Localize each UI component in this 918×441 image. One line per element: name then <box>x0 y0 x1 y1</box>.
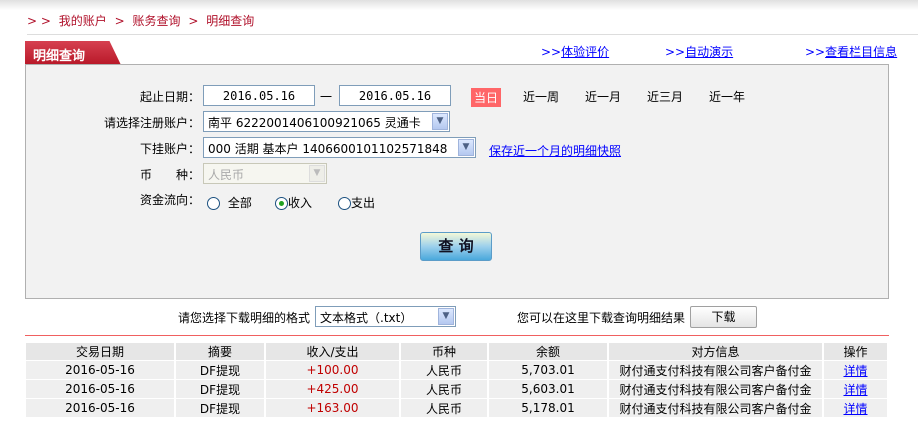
format-value: 文本格式（.txt） <box>320 311 413 325</box>
flow-all[interactable]: 全部 <box>207 194 252 211</box>
divider <box>27 34 918 35</box>
table-header: 交易日期 摘要 收入/支出 币种 余额 对方信息 操作 <box>26 343 889 361</box>
cell-summary: DF提现 <box>175 379 266 399</box>
sub-account-value: 000 活期 基本户 1406600101102571848 <box>208 142 448 156</box>
range-year[interactable]: 近一年 <box>709 88 745 105</box>
download-button[interactable]: 下载 <box>690 306 757 328</box>
cell-summary: DF提现 <box>175 398 266 418</box>
cell-summary: DF提现 <box>175 360 266 380</box>
format-select[interactable]: 文本格式（.txt） ▼ <box>315 306 456 327</box>
cell-action: 详情 <box>823 398 889 418</box>
flow-income-label: 收入 <box>288 196 313 210</box>
breadcrumb: > > 我的账户 > 账务查询 > 明细查询 <box>27 12 258 29</box>
range-month[interactable]: 近一月 <box>585 88 621 105</box>
account-select[interactable]: 南平 6222001406100921065 灵通卡 ▼ <box>203 111 450 132</box>
start-date-input[interactable]: 2016.05.16 <box>203 85 315 106</box>
chevron-down-icon[interactable]: ▼ <box>458 139 474 156</box>
snapshot-link[interactable]: 保存近一个月的明细快照 <box>489 142 621 159</box>
link-prefix: >> <box>665 45 686 59</box>
cell-date: 2016-05-16 <box>26 360 176 380</box>
breadcrumb-sep: > <box>188 14 199 28</box>
divider-red <box>25 335 889 336</box>
table-row: 2016-05-16 DF提现 +100.00 人民币 5,703.01 财付通支付科技有… <box>26 360 889 380</box>
detail-link[interactable]: 详情 <box>843 383 867 397</box>
tab-detail-query[interactable]: 明细查询 <box>25 41 121 65</box>
cell-amount: +425.00 <box>265 379 401 399</box>
col-currency: 币种 <box>400 343 489 361</box>
breadcrumb-my-account[interactable]: 我的账户 <box>59 14 107 28</box>
sub-account-label: 下挂账户： <box>139 142 200 156</box>
sub-account-select[interactable]: 000 活期 基本户 1406600101102571848 ▼ <box>203 137 476 158</box>
radio-income[interactable] <box>275 197 288 210</box>
currency-label: 币 种： <box>139 168 200 182</box>
cell-amount: +100.00 <box>265 360 401 380</box>
flow-label: 资金流向： <box>139 193 200 207</box>
link-prefix: >> <box>541 45 562 59</box>
radio-expense[interactable] <box>338 197 351 210</box>
col-amount: 收入/支出 <box>265 343 401 361</box>
account-value: 南平 6222001406100921065 灵通卡 <box>208 116 421 130</box>
chevron-down-icon[interactable]: ▼ <box>432 113 448 130</box>
download-hint: 您可以在这里下载查询明细结果 <box>517 311 686 325</box>
detail-link[interactable]: 详情 <box>843 402 867 416</box>
cell-balance: 5,178.01 <box>488 398 609 418</box>
link-auto-demo[interactable]: >>自动演示 <box>665 43 733 60</box>
transactions-table: 交易日期 摘要 收入/支出 币种 余额 对方信息 操作 2016-05-16 DF… <box>26 343 889 418</box>
col-date: 交易日期 <box>26 343 176 361</box>
link-prefix: >> <box>805 45 826 59</box>
flow-expense[interactable]: 支出 <box>338 194 375 211</box>
query-button[interactable]: 查 询 <box>420 232 492 261</box>
flow-expense-label: 支出 <box>351 196 376 210</box>
cell-amount: +163.00 <box>265 398 401 418</box>
cell-date: 2016-05-16 <box>26 379 176 399</box>
col-summary: 摘要 <box>175 343 266 361</box>
cell-currency: 人民币 <box>400 360 489 380</box>
detail-link[interactable]: 详情 <box>843 364 867 378</box>
cell-action: 详情 <box>823 379 889 399</box>
breadcrumb-account-query[interactable]: 账务查询 <box>133 14 181 28</box>
table-row: 2016-05-16 DF提现 +163.00 人民币 5,178.01 财付通支付科技有… <box>26 398 889 418</box>
chevron-down-icon[interactable]: ▼ <box>438 308 454 325</box>
link-column-info[interactable]: >>查看栏目信息 <box>805 43 897 60</box>
cell-counterparty: 财付通支付科技有限公司客户备付金 <box>608 360 824 380</box>
cell-balance: 5,603.01 <box>488 379 609 399</box>
link-label[interactable]: 体验评价 <box>561 45 609 59</box>
link-label[interactable]: 查看栏目信息 <box>825 45 897 59</box>
col-counterparty: 对方信息 <box>608 343 824 361</box>
account-label: 请选择注册账户： <box>103 116 200 130</box>
range-today[interactable]: 当日 <box>471 88 502 107</box>
chevron-down-icon: ▼ <box>309 165 325 182</box>
cell-currency: 人民币 <box>400 398 489 418</box>
cell-action: 详情 <box>823 360 889 380</box>
breadcrumb-sep: > <box>114 14 125 28</box>
currency-select: 人民币 ▼ <box>203 163 327 184</box>
range-week[interactable]: 近一周 <box>523 88 559 105</box>
date-dash: 一 <box>320 90 333 104</box>
cell-date: 2016-05-16 <box>26 398 176 418</box>
cell-counterparty: 财付通支付科技有限公司客户备付金 <box>608 379 824 399</box>
date-label: 起止日期： <box>139 90 200 104</box>
col-balance: 余额 <box>488 343 609 361</box>
table-row: 2016-05-16 DF提现 +425.00 人民币 5,603.01 财付通支付科技有… <box>26 379 889 399</box>
breadcrumb-detail-query: 明细查询 <box>206 14 255 28</box>
range-3months[interactable]: 近三月 <box>647 88 683 105</box>
cell-currency: 人民币 <box>400 379 489 399</box>
col-action: 操作 <box>823 343 889 361</box>
cell-counterparty: 财付通支付科技有限公司客户备付金 <box>608 398 824 418</box>
breadcrumb-prefix: > > <box>27 14 51 28</box>
top-bar <box>0 0 918 10</box>
radio-all[interactable] <box>207 197 220 210</box>
link-feedback[interactable]: >>体验评价 <box>541 43 609 60</box>
end-date-input[interactable]: 2016.05.16 <box>339 85 451 106</box>
cell-balance: 5,703.01 <box>488 360 609 380</box>
flow-income[interactable]: 收入 <box>275 194 312 211</box>
link-label[interactable]: 自动演示 <box>685 45 733 59</box>
format-label: 请您选择下载明细的格式 <box>178 311 311 325</box>
flow-all-label: 全部 <box>227 196 252 210</box>
currency-value: 人民币 <box>208 168 245 182</box>
